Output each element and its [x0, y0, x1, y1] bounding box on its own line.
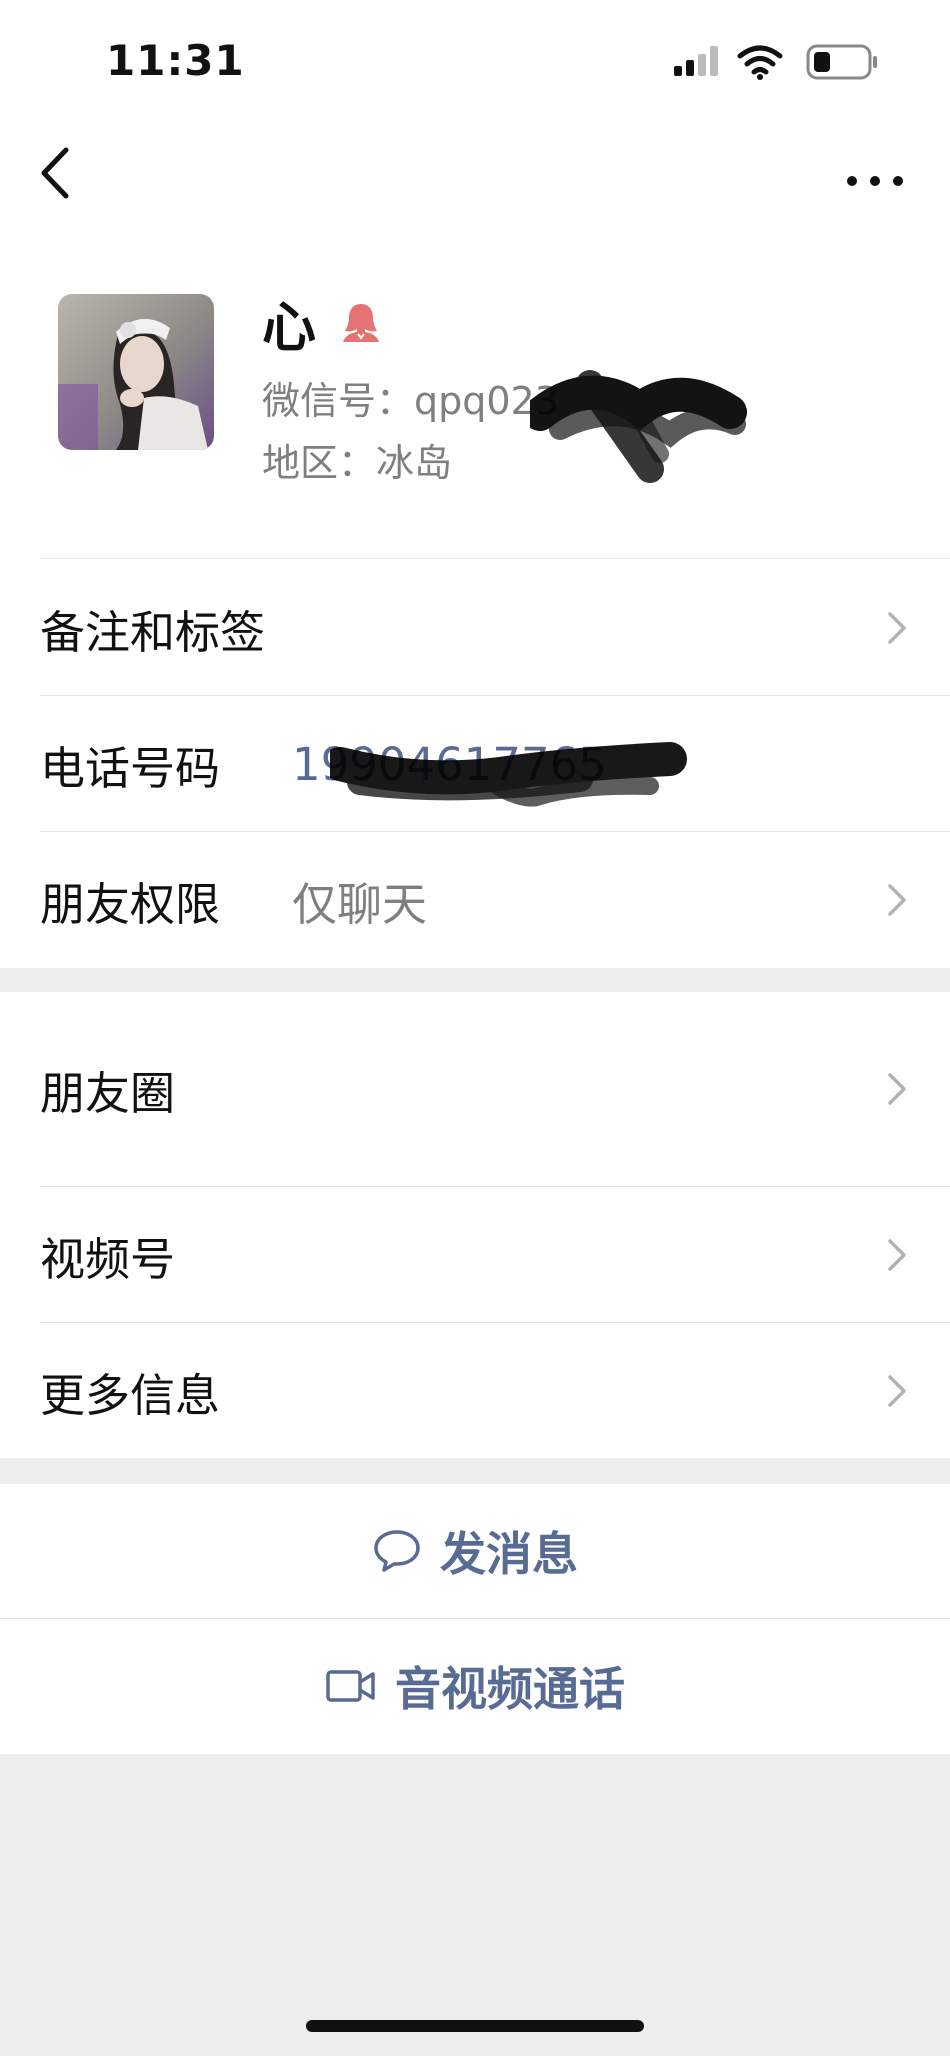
chevron-right-icon — [888, 1073, 906, 1105]
row-label: 更多信息 — [40, 1368, 221, 1422]
chevron-right-icon — [888, 612, 906, 644]
row-label: 备注和标签 — [40, 605, 266, 659]
profile-header: 心 微信号：qpq023 地区：冰岛 — [0, 228, 950, 558]
video-call-label: 音视频通话 — [395, 1662, 625, 1716]
divider — [40, 558, 950, 559]
video-camera-icon — [326, 1670, 375, 1702]
more-info-row[interactable]: 更多信息 — [0, 1323, 950, 1459]
friend-permissions-value: 仅聊天 — [292, 877, 428, 931]
send-message-button[interactable]: 发消息 — [0, 1484, 950, 1618]
row-label: 朋友圈 — [40, 1066, 176, 1120]
name-row: 心 — [262, 286, 382, 359]
row-label: 视频号 — [40, 1232, 176, 1286]
battery-icon — [806, 44, 877, 80]
row-label: 电话号码 — [40, 741, 221, 795]
chat-bubble-icon — [374, 1530, 420, 1572]
female-icon — [343, 304, 379, 342]
wifi-icon — [737, 45, 783, 80]
status-icons — [674, 44, 877, 80]
avatar[interactable] — [58, 294, 214, 450]
signal-icon — [674, 46, 718, 76]
channels-row[interactable]: 视频号 — [0, 1187, 950, 1323]
nav-bar — [0, 128, 950, 228]
chevron-right-icon — [888, 1239, 906, 1271]
region: 地区：冰岛 — [262, 441, 453, 485]
remarks-tags-row[interactable]: 备注和标签 — [0, 560, 950, 696]
chevron-right-icon — [888, 1375, 906, 1407]
friend-permissions-row[interactable]: 朋友权限 仅聊天 — [0, 832, 950, 968]
actions-card: 发消息 音视频通话 — [0, 1484, 950, 1754]
home-indicator — [306, 2020, 644, 2032]
chevron-right-icon — [888, 884, 906, 916]
status-bar: 11:31 — [0, 0, 950, 128]
status-time: 11:31 — [106, 36, 245, 85]
chevron-left-icon[interactable] — [30, 138, 90, 208]
more-dots-icon[interactable] — [840, 143, 910, 203]
contact-info-card: 备注和标签 电话号码 19904617765 朋友权限 仅聊天 — [0, 558, 950, 968]
send-message-label: 发消息 — [440, 1527, 578, 1581]
profile-name: 心 — [262, 295, 316, 359]
video-call-button[interactable]: 音视频通话 — [0, 1619, 950, 1753]
row-label: 朋友权限 — [40, 877, 221, 931]
redaction-scribble — [330, 742, 687, 807]
wechat-id[interactable]: 微信号：qpq023 — [262, 370, 559, 425]
redaction-scribble — [530, 370, 747, 483]
moments-row[interactable]: 朋友圈 — [0, 992, 950, 1186]
contact-features-card: 朋友圈 视频号 更多信息 — [0, 992, 950, 1458]
